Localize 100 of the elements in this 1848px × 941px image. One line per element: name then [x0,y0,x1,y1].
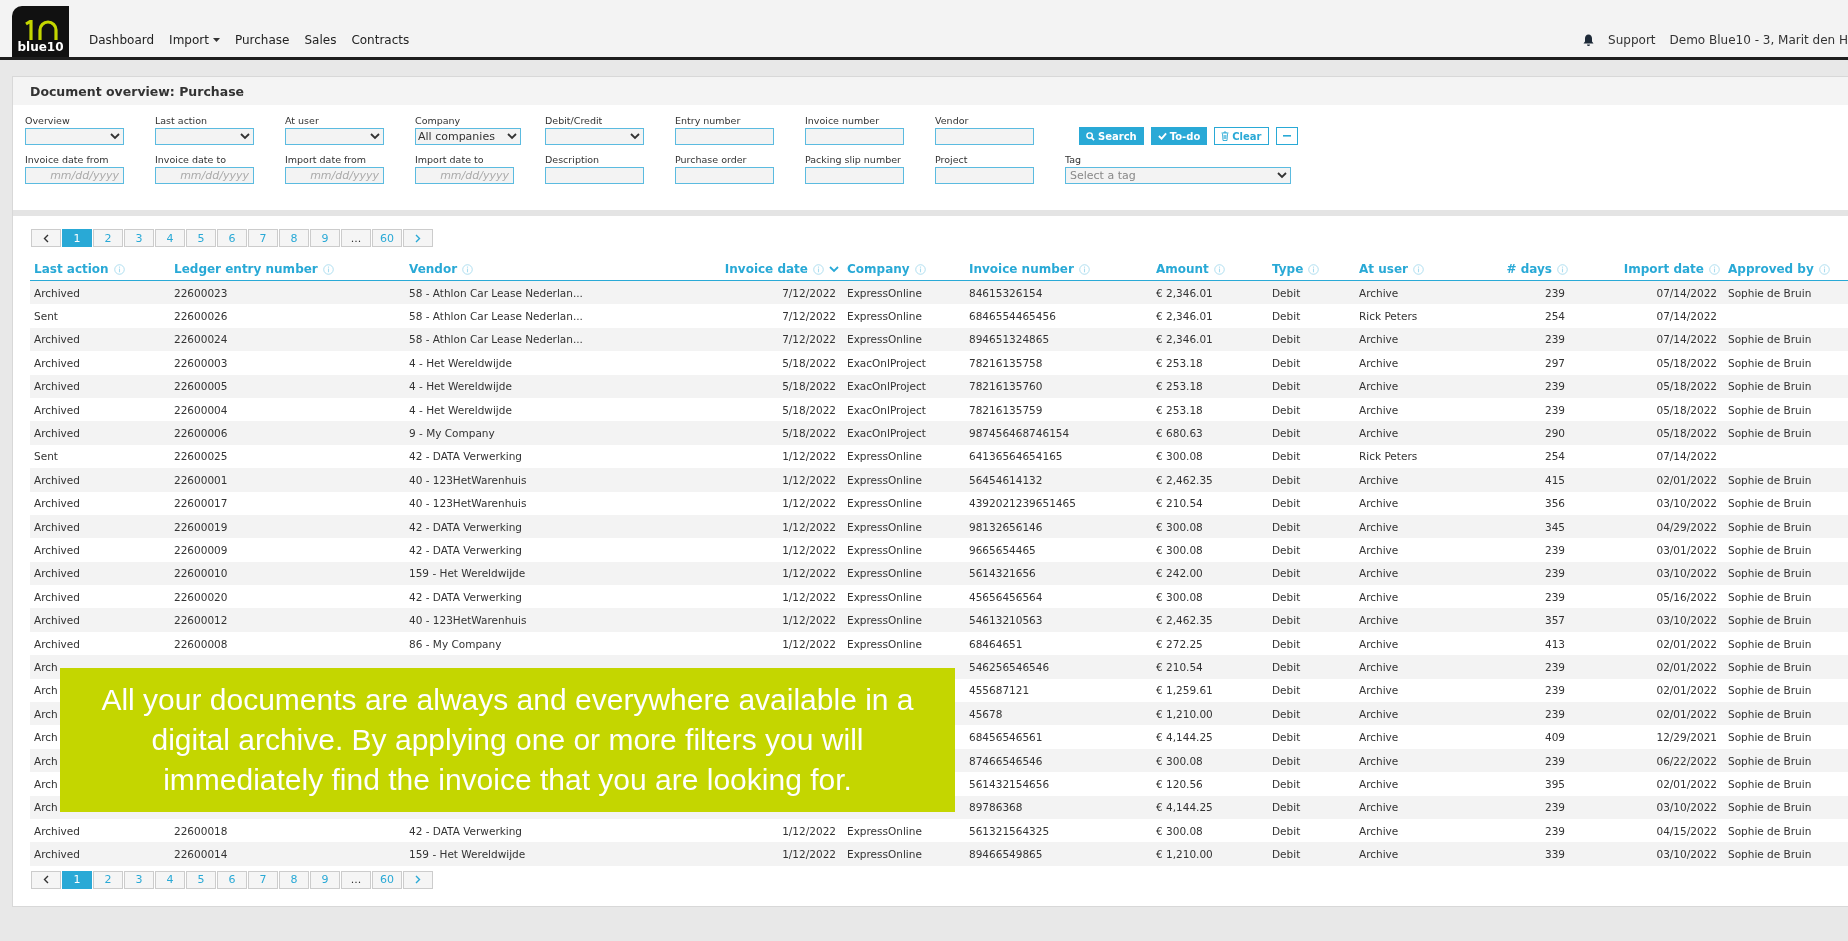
page-button[interactable]: 1 [62,229,92,247]
table-cell: 239 [1544,544,1565,556]
ellipsis-button[interactable]: ... [341,229,371,247]
next-page-button[interactable] [403,229,433,247]
page-button[interactable]: 3 [124,229,154,247]
page-button[interactable]: 7 [248,870,278,889]
table-cell: 894651324865 [969,333,1050,346]
column-header[interactable]: Vendor [409,262,474,276]
column-header[interactable]: Last action [34,262,125,276]
select-field[interactable] [545,128,644,145]
sort-chevron-icon[interactable] [829,265,839,273]
table-cell: Debit [1272,684,1301,697]
page-button[interactable]: 60 [372,870,402,889]
page-button[interactable]: 60 [372,229,402,247]
text-field[interactable] [805,167,904,184]
column-header[interactable]: Invoice number [969,262,1090,276]
table-cell: 42 - DATA Verwerking [409,450,523,463]
next-page-button[interactable] [403,870,433,889]
table-cell: Archive [1359,520,1399,533]
nav-link[interactable]: Import [169,33,220,47]
table-cell: 409 [1544,731,1565,744]
table-cell: Sophie de Bruin [1728,333,1812,346]
page-button[interactable]: 8 [279,870,309,889]
table-cell: Sophie de Bruin [1728,567,1812,580]
text-field[interactable] [675,167,774,184]
column-header[interactable]: Amount [1156,262,1225,276]
ellipsis-button[interactable]: ... [341,870,371,889]
table-cell: 159 - Het Wereldwijde [409,848,526,861]
page-button[interactable]: 7 [248,229,278,247]
text-field[interactable] [675,128,774,145]
table-cell: 1/12/2022 [782,590,836,603]
page-button[interactable]: 2 [93,870,123,889]
column-header[interactable]: Import date [1623,262,1720,276]
page-button[interactable]: 5 [186,870,216,889]
table-cell: Debit [1272,707,1301,720]
table-cell: Debit [1272,544,1301,556]
table-cell: 22600003 [174,356,228,369]
table-cell: 239 [1544,286,1565,299]
nav-link[interactable]: Dashboard [89,33,155,47]
page-button[interactable]: 2 [93,229,123,247]
table-cell: Debit [1272,473,1301,486]
logo[interactable]: blue10 [12,6,69,57]
bell-icon[interactable] [1583,34,1595,46]
nav-link[interactable]: Sales [304,33,337,47]
select-field[interactable] [285,128,384,145]
column-header[interactable]: Approved by [1728,262,1830,276]
nav-link[interactable]: Purchase [234,33,290,47]
text-field[interactable] [935,128,1034,145]
page-button[interactable]: 4 [155,870,185,889]
column-header[interactable]: Ledger entry number [174,262,334,276]
table-cell: Archived [34,473,80,486]
page-button[interactable]: 8 [279,229,309,247]
column-header[interactable]: Company [847,262,926,276]
to-do-button[interactable]: To-do [1150,127,1208,145]
table-cell: 42 - DATA Verwerking [409,520,523,533]
text-field[interactable] [545,167,644,184]
page-button[interactable]: 6 [217,229,247,247]
table-cell: 1/12/2022 [782,848,836,861]
user-name[interactable]: Demo Blue10 - 3, Marit den H [1669,33,1848,47]
support-link[interactable]: Support [1608,33,1656,47]
table-cell: ExpressOnline [847,333,922,346]
select-field[interactable] [155,128,254,145]
date-field[interactable]: mm/dd/yyyy [415,167,514,184]
table-cell: ExpressOnline [847,310,922,323]
text-field[interactable] [805,128,904,145]
tag-select-field[interactable]: Select a tag [1065,167,1291,184]
text-field[interactable] [935,167,1034,184]
page-button[interactable]: 6 [217,870,247,889]
column-header[interactable]: Type [1272,262,1320,276]
table-cell: Sophie de Bruin [1728,286,1812,299]
column-header[interactable]: At user [1359,262,1424,276]
select-field[interactable]: All companies [415,128,521,145]
table-cell: 1/12/2022 [782,824,836,837]
table-cell: Archive [1359,801,1399,814]
page-button[interactable]: 5 [186,229,216,247]
collapse-button[interactable] [1275,127,1298,145]
date-field[interactable]: mm/dd/yyyy [155,167,254,184]
table-cell: Sophie de Bruin [1728,614,1812,627]
column-header[interactable]: # days [1506,262,1568,276]
table-cell: Archived [34,824,80,837]
column-header[interactable]: Invoice date [724,262,839,276]
page-button[interactable]: 9 [310,229,340,247]
table-cell: 22600020 [174,590,228,603]
clear-button[interactable]: Clear [1214,127,1269,145]
page-button[interactable]: 9 [310,870,340,889]
table-cell: 06/22/2022 [1656,754,1717,767]
date-field[interactable]: mm/dd/yyyy [285,167,384,184]
previous-page-button[interactable] [31,229,61,247]
previous-page-button[interactable] [31,870,61,889]
page-button[interactable]: 3 [124,870,154,889]
nav-link[interactable]: Contracts [351,33,410,47]
page-button[interactable]: 4 [155,229,185,247]
table-cell: € 2,462.35 [1156,614,1213,627]
table-cell: € 1,259.61 [1156,684,1213,697]
table-cell: 42 - DATA Verwerking [409,544,523,556]
search-button[interactable]: Search [1079,127,1144,145]
table-cell: Archive [1359,286,1399,299]
date-field[interactable]: mm/dd/yyyy [25,167,124,184]
page-button[interactable]: 1 [62,870,92,889]
select-field[interactable] [25,128,124,145]
